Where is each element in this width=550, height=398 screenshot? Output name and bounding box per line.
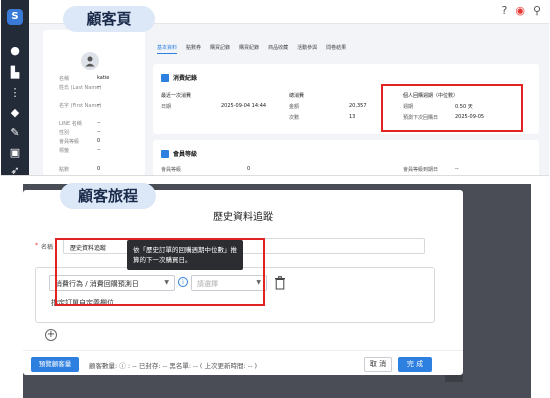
tab-basic-info[interactable]: 基本資料 — [157, 44, 178, 54]
tag-icon[interactable]: ◆ — [8, 106, 22, 120]
chart-icon[interactable]: ▙ — [8, 66, 22, 80]
tab-coupons[interactable]: 點數券 — [186, 44, 201, 54]
history-tracking-dialog: 歷史資料追蹤 * 名稱 歷史資料追蹤 消費行為 / 消費回購預測日 ▼ i 請選… — [23, 190, 463, 375]
receipt-icon — [161, 73, 169, 82]
col-label: 金額 — [289, 104, 300, 110]
dashboard-icon[interactable]: ● — [8, 44, 22, 58]
profile-row: 名稱 katie — [59, 75, 110, 82]
card-title: 會員等級 — [173, 151, 198, 158]
card-title: 消費紀錄 — [173, 75, 198, 82]
member-expiry-value: -- — [455, 166, 459, 172]
profile-row: 名字 (First Name) -- — [59, 102, 102, 109]
user-icon[interactable]: ⚲ — [533, 4, 541, 17]
app-logo: S — [7, 9, 23, 25]
last-purchase-date: 2025-09-04 14:44 — [221, 103, 267, 109]
highlight-box — [381, 84, 523, 132]
profile-card: 名稱 katie 姓氏 (Last Name) -- 名字 (First Name)… — [43, 30, 145, 175]
col-head: 會員等級到期日 — [403, 167, 439, 173]
customer-journey-label: 顧客旅程 — [60, 183, 156, 209]
rocket-icon[interactable]: ➶ — [8, 164, 22, 175]
customer-page-label: 顧客頁 — [63, 6, 155, 32]
tab-activities[interactable]: 活動參與 — [297, 44, 317, 54]
dialog-title: 歷史資料追蹤 — [213, 212, 273, 223]
profile-row: 性別 -- — [59, 129, 101, 136]
box-icon[interactable]: ▣ — [8, 146, 22, 160]
badge-icon — [161, 149, 169, 158]
tab-bar: 基本資料 點數券 購買記錄 購買紀錄 商品收藏 活動參與 問卷結果 — [157, 44, 346, 54]
magic-icon[interactable]: ✎ — [8, 126, 22, 140]
col-head: 會員等級 — [161, 167, 182, 173]
purchase-count: 13 — [349, 114, 356, 120]
notification-icon[interactable]: ◉ — [515, 4, 525, 17]
add-condition-button[interactable]: + — [45, 329, 57, 341]
flow-icon[interactable]: ⋮ — [8, 86, 22, 100]
col-head: 總消費 — [289, 93, 305, 99]
required-mark: * — [35, 242, 38, 249]
trash-icon[interactable] — [274, 276, 286, 290]
profile-row: 會員等級 0 — [59, 138, 101, 145]
highlight-box — [55, 238, 265, 306]
col-head: 最近一次消費 — [161, 93, 192, 99]
tab-purchase-records[interactable]: 購買記錄 — [210, 44, 230, 54]
profile-row: 姓氏 (Last Name) -- — [59, 84, 102, 91]
sidebar: S ● ▙ ⋮ ◆ ✎ ▣ ➶ — [1, 0, 29, 175]
points-row: 點數 0 — [59, 166, 101, 173]
col-label: 次數 — [289, 115, 300, 121]
member-level-card: 會員等級 會員等級 0 會員等級到期日 -- — [153, 140, 539, 175]
tab-purchase-history[interactable]: 購買紀錄 — [239, 44, 259, 54]
tab-favorites[interactable]: 商品收藏 — [268, 44, 288, 54]
done-button[interactable]: 完 成 — [398, 357, 432, 372]
preview-customers-button[interactable]: 預覽顧客量 — [31, 357, 79, 372]
customer-count-text: 顧客數量: ⓘ : -- 已封存: -- 黑名單: -- ( 上次更新時間: -… — [89, 362, 258, 370]
profile-row: LINE 名稱 -- — [59, 120, 101, 127]
avatar — [81, 52, 99, 70]
member-level-value: 0 — [247, 166, 251, 172]
help-icon[interactable]: ? — [501, 4, 507, 17]
profile-row: 標籤 -- — [59, 147, 101, 154]
customer-journey-screenshot: 歷史資料追蹤 * 名稱 歷史資料追蹤 消費行為 / 消費回購預測日 ▼ i 請選… — [23, 184, 531, 398]
tab-surveys[interactable]: 問卷結果 — [326, 44, 346, 54]
total-amount: 20,357 — [349, 103, 367, 109]
name-label: 名稱 — [41, 244, 54, 251]
col-label: 日期 — [161, 104, 172, 110]
dialog-footer: 預覽顧客量 顧客數量: ⓘ : -- 已封存: -- 黑名單: -- ( 上次更… — [23, 350, 463, 375]
cancel-button[interactable]: 取 消 — [364, 357, 392, 372]
